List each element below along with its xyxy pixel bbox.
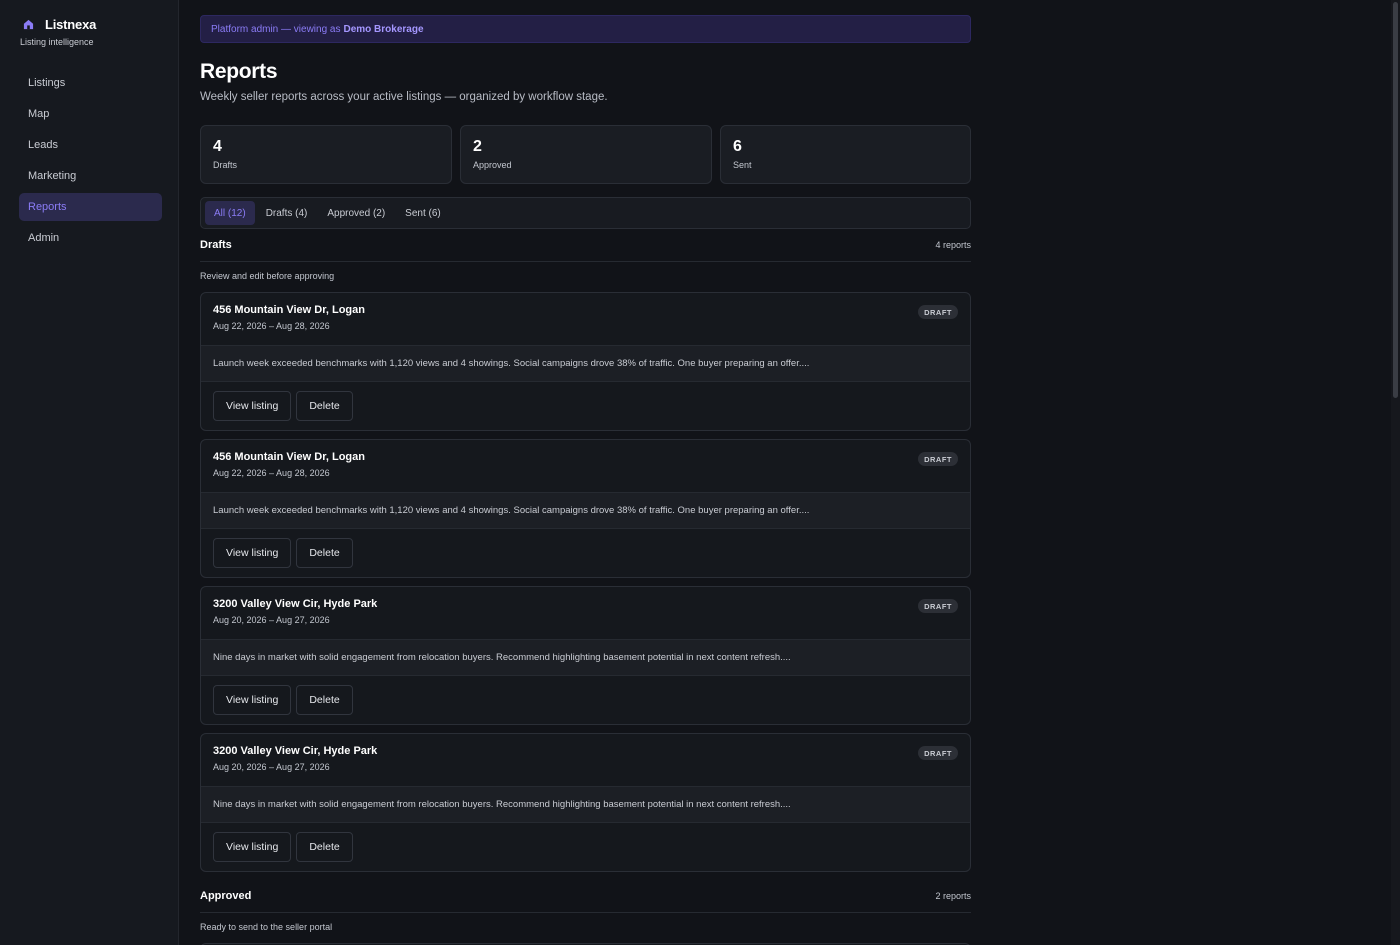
report-actions: View listing Delete (201, 382, 970, 430)
section-subtitle: Review and edit before approving (200, 271, 335, 281)
stat-value: 4 (213, 138, 222, 155)
section-subtitle: Ready to send to the seller portal (200, 922, 333, 932)
report-actions: View listing Delete (201, 676, 970, 724)
tab-all[interactable]: All (12) (205, 201, 255, 225)
stats-row: 4 Drafts 2 Approved 6 Sent (200, 125, 971, 184)
report-summary: Nine days in market with solid engagemen… (201, 639, 970, 676)
sidebar: Listnexa Listing intelligence Listings M… (0, 0, 179, 945)
sidebar-item-reports[interactable]: Reports (19, 193, 162, 221)
report-address: 456 Mountain View Dr, Logan (213, 451, 365, 463)
delete-button[interactable]: Delete (296, 685, 353, 715)
report-card-header: 3200 Valley View Cir, Hyde Park Aug 20, … (201, 734, 970, 786)
tab-sent[interactable]: Sent (6) (396, 201, 450, 225)
brand-tagline: Listing intelligence (20, 37, 94, 47)
section-header: Approved 2 reports (200, 880, 971, 913)
brand[interactable]: Listnexa Listing intelligence (20, 16, 97, 48)
sidebar-item-map[interactable]: Map (19, 100, 162, 128)
delete-button[interactable]: Delete (296, 538, 353, 568)
section-count: 2 reports (935, 891, 971, 901)
report-card-header: 3200 Valley View Cir, Hyde Park Aug 20, … (201, 587, 970, 639)
scrollbar[interactable] (1391, 0, 1400, 945)
admin-banner-text: Platform admin — viewing as (211, 23, 341, 35)
filter-tabs: All (12) Drafts (4) Approved (2) Sent (6… (200, 197, 971, 229)
sidebar-item-marketing[interactable]: Marketing (19, 162, 162, 190)
page-title: Reports (200, 60, 278, 83)
stat-value: 2 (473, 138, 482, 155)
sidebar-item-admin[interactable]: Admin (19, 224, 162, 252)
scrollbar-thumb[interactable] (1393, 2, 1398, 398)
status-badge: DRAFT (918, 305, 958, 319)
stat-label: Approved (473, 160, 512, 170)
admin-banner: Platform admin — viewing as Demo Brokera… (200, 15, 971, 43)
delete-button[interactable]: Delete (296, 832, 353, 862)
section-header: Drafts 4 reports (200, 229, 971, 262)
page-subtitle: Weekly seller reports across your active… (200, 91, 608, 103)
stat-label: Drafts (213, 160, 238, 170)
sidebar-item-leads[interactable]: Leads (19, 131, 162, 159)
stat-card-approved: 2 Approved (460, 125, 712, 184)
report-actions: View listing Delete (201, 823, 970, 871)
sidebar-nav: Listings Map Leads Marketing Reports Adm… (19, 69, 162, 255)
stat-value: 6 (733, 138, 742, 155)
report-summary: Launch week exceeded benchmarks with 1,1… (201, 345, 970, 382)
section-title: Drafts (200, 239, 232, 251)
delete-button[interactable]: Delete (296, 391, 353, 421)
admin-banner-org: Demo Brokerage (343, 23, 424, 35)
report-list: 456 Mountain View Dr, Logan Aug 22, 2026… (200, 292, 971, 872)
stat-card-drafts: 4 Drafts (200, 125, 452, 184)
report-card: 456 Mountain View Dr, Logan Aug 22, 2026… (200, 292, 971, 431)
stat-label: Sent (733, 160, 752, 170)
tab-approved[interactable]: Approved (2) (318, 201, 394, 225)
status-badge: DRAFT (918, 746, 958, 760)
approved-section: Approved 2 reports Ready to send to the … (200, 880, 971, 945)
drafts-section: Drafts 4 reports Review and edit before … (200, 229, 971, 872)
app: Listnexa Listing intelligence Listings M… (0, 0, 1400, 945)
report-actions: View listing Delete (201, 529, 970, 577)
status-badge: DRAFT (918, 599, 958, 613)
report-card: 456 Mountain View Dr, Logan Aug 22, 2026… (200, 439, 971, 578)
section-count: 4 reports (935, 240, 971, 250)
brand-name: Listnexa (45, 16, 97, 32)
tab-drafts[interactable]: Drafts (4) (257, 201, 317, 225)
report-card: 3200 Valley View Cir, Hyde Park Aug 20, … (200, 586, 971, 725)
report-dates: Aug 20, 2026 – Aug 27, 2026 (213, 615, 330, 625)
view-listing-button[interactable]: View listing (213, 685, 292, 715)
report-card-header: 456 Mountain View Dr, Logan Aug 22, 2026… (201, 440, 970, 492)
report-address: 456 Mountain View Dr, Logan (213, 304, 365, 316)
view-listing-button[interactable]: View listing (213, 538, 292, 568)
report-summary: Launch week exceeded benchmarks with 1,1… (201, 492, 970, 529)
report-dates: Aug 20, 2026 – Aug 27, 2026 (213, 762, 330, 772)
report-dates: Aug 22, 2026 – Aug 28, 2026 (213, 321, 330, 331)
report-card: 3200 Valley View Cir, Hyde Park Aug 20, … (200, 733, 971, 872)
report-address: 3200 Valley View Cir, Hyde Park (213, 745, 378, 757)
view-listing-button[interactable]: View listing (213, 391, 292, 421)
view-listing-button[interactable]: View listing (213, 832, 292, 862)
report-card-header: 456 Mountain View Dr, Logan Aug 22, 2026… (201, 293, 970, 345)
sidebar-item-listings[interactable]: Listings (19, 69, 162, 97)
report-summary: Nine days in market with solid engagemen… (201, 786, 970, 823)
report-address: 3200 Valley View Cir, Hyde Park (213, 598, 378, 610)
section-title: Approved (200, 890, 252, 902)
status-badge: DRAFT (918, 452, 958, 466)
stat-card-sent: 6 Sent (720, 125, 971, 184)
main-content: Platform admin — viewing as Demo Brokera… (200, 15, 971, 945)
house-icon (20, 16, 36, 32)
report-dates: Aug 22, 2026 – Aug 28, 2026 (213, 468, 330, 478)
